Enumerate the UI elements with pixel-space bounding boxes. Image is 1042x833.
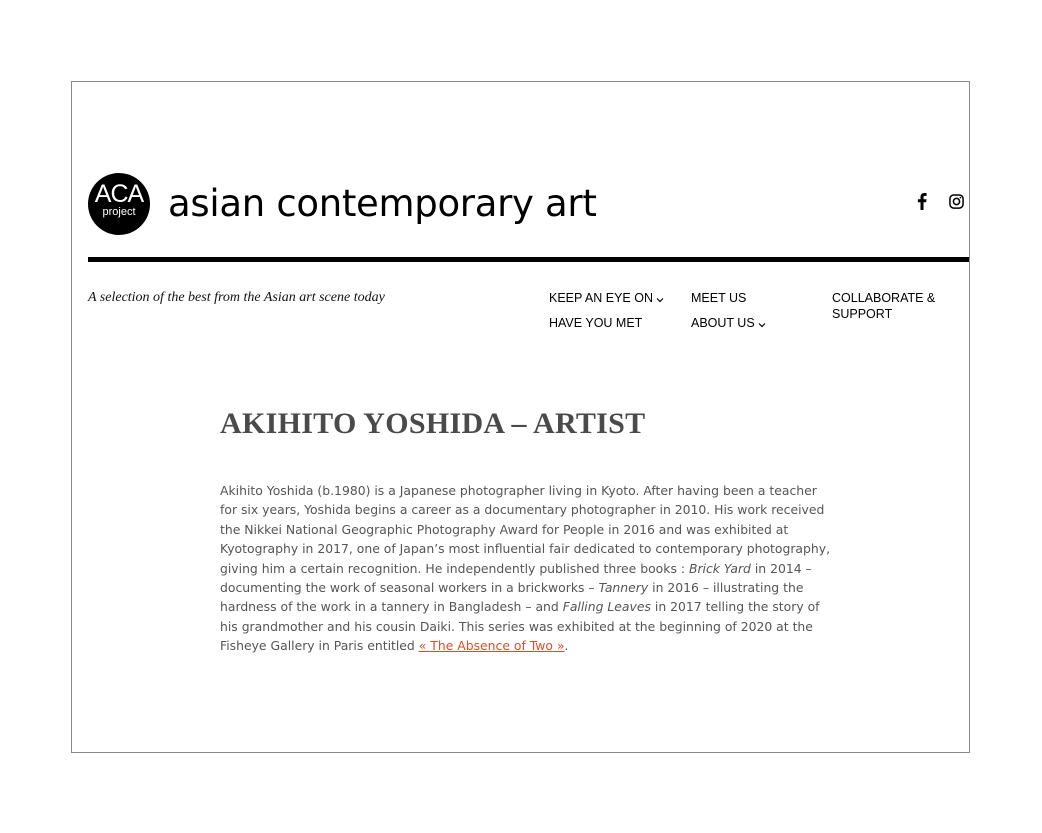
book-title-brick-yard: Brick Yard: [688, 560, 751, 576]
nav-have-you-met-label: HAVE YOU MET: [549, 316, 643, 330]
facebook-icon: [917, 192, 927, 210]
site-logo[interactable]: ACA project: [88, 173, 150, 235]
nav-keep-an-eye-on[interactable]: KEEP AN EYE ON: [549, 290, 664, 307]
page-title: AKIHITO YOSHIDA – ARTIST: [220, 407, 646, 440]
nav-about-us-label: ABOUT US: [691, 316, 755, 330]
instagram-link[interactable]: [947, 192, 965, 210]
exhibition-link[interactable]: « The Absence of Two »: [419, 638, 565, 653]
instagram-icon: [948, 193, 964, 209]
article-text: .: [564, 638, 569, 654]
logo-aca-text: ACA: [94, 180, 144, 208]
site-title[interactable]: asian contemporary art: [168, 180, 597, 228]
nav-keep-an-eye-on-label: KEEP AN EYE ON: [549, 291, 653, 305]
article-body: Akihito Yoshida (b.1980) is a Japanese p…: [220, 481, 832, 656]
nav-have-you-met[interactable]: HAVE YOU MET: [549, 315, 642, 331]
facebook-link[interactable]: [913, 192, 931, 210]
nav-meet-us[interactable]: MEET US: [691, 290, 746, 306]
site-tagline: A selection of the best from the Asian a…: [88, 290, 385, 305]
nav-collaborate-support[interactable]: COLLABORATE & SUPPORT: [832, 290, 952, 322]
book-title-falling-leaves: Falling Leaves: [562, 599, 651, 615]
page-frame: ACA project asian contemporary art A sel…: [71, 81, 970, 753]
book-title-tannery: Tannery: [598, 580, 649, 596]
nav-collaborate-support-label: COLLABORATE & SUPPORT: [832, 291, 936, 321]
chevron-down-icon: [758, 316, 766, 332]
header-divider: [88, 257, 969, 262]
logo-project-text: project: [102, 206, 136, 218]
nav-about-us[interactable]: ABOUT US: [691, 315, 766, 332]
chevron-down-icon: [656, 291, 664, 307]
nav-meet-us-label: MEET US: [691, 291, 747, 305]
